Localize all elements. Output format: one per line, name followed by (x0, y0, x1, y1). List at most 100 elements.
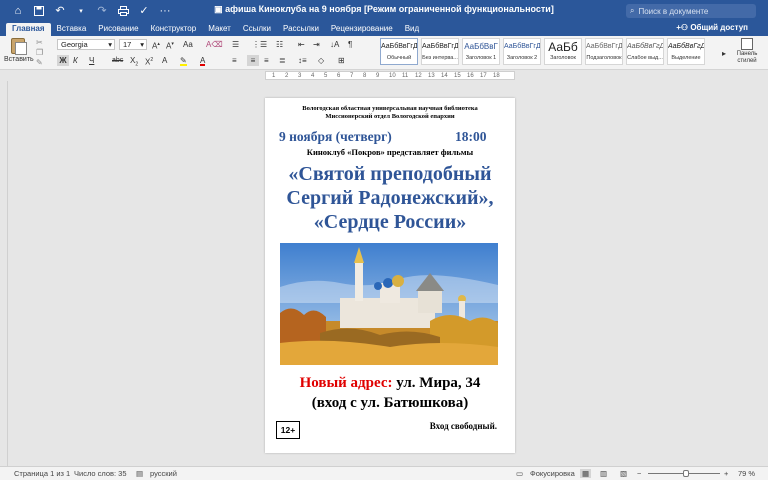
zoom-slider-thumb[interactable] (683, 470, 689, 477)
undo-icon[interactable]: ↶ (54, 5, 66, 17)
focus-mode-icon[interactable]: ▭ (516, 469, 523, 478)
multilevel-list-icon[interactable]: ☷ (276, 39, 283, 50)
home-icon[interactable]: ⌂ (12, 5, 24, 17)
increase-indent-icon[interactable]: ⇥ (313, 39, 320, 50)
event-date: 9 ноября (четверг) (279, 129, 392, 144)
vertical-ruler (0, 81, 8, 466)
text-effects-icon[interactable]: A (162, 55, 167, 66)
print-icon[interactable] (117, 5, 129, 17)
borders-icon[interactable]: ⊞ (338, 55, 345, 66)
address-line: Новый адрес: ул. Мира, 34 (265, 375, 515, 392)
zoom-in-icon[interactable]: + (724, 469, 728, 478)
ruler-mark: 9 (376, 73, 380, 79)
line-spacing-icon[interactable]: ↕≡ (298, 55, 307, 66)
entrance-line: (вход с ул. Батюшкова) (311, 395, 469, 411)
read-mode-icon[interactable]: ▧ (620, 469, 627, 478)
align-left-icon[interactable]: ≡ (232, 55, 237, 66)
styles-pane-button[interactable]: Панель стилей (732, 38, 762, 68)
style-no-spacing[interactable]: АаБбВвГгДд Без интерва... (421, 38, 459, 65)
save-icon[interactable] (33, 5, 45, 17)
sort-icon[interactable]: ↓A (330, 39, 339, 50)
highlight-icon[interactable]: ✎ (180, 55, 187, 66)
clear-format-icon[interactable]: A⌫ (206, 39, 223, 50)
address-value: ул. Мира, 34 (392, 375, 481, 391)
organization-header: Вологодская областная универсальная науч… (302, 105, 478, 120)
tab-mailings[interactable]: Рассылки (277, 23, 325, 36)
check-icon[interactable]: ✓ (138, 5, 150, 17)
decrease-indent-icon[interactable]: ⇤ (298, 39, 305, 50)
style-heading-2[interactable]: АаБбВвГгД Заголовок 2 (503, 38, 541, 65)
ruler-mark: 16 (467, 73, 474, 79)
ruler-mark: 1 (272, 73, 276, 79)
tab-review[interactable]: Рецензирование (325, 23, 399, 36)
search-input[interactable]: ⌕ Поиск в документе (626, 4, 756, 18)
web-layout-icon[interactable]: ▥ (600, 469, 607, 478)
align-right-icon[interactable]: ≡ (264, 55, 269, 66)
numbering-icon[interactable]: ⋮☰ (252, 39, 267, 50)
paste-button[interactable]: Вставить (4, 38, 34, 68)
change-case-icon[interactable]: Aa (183, 39, 193, 50)
align-center-icon[interactable]: ≡ (247, 55, 259, 66)
free-entry-text: Вход свободный. (429, 421, 497, 431)
font-name-select[interactable]: Georgia ▾ (57, 39, 115, 50)
monastery-photo[interactable] (280, 243, 498, 365)
bold-icon[interactable]: Ж (57, 55, 69, 66)
focus-mode-button[interactable]: Фокусировка (530, 469, 575, 478)
word-count[interactable]: Число слов: 35 (74, 469, 127, 478)
ruler-mark: 4 (311, 73, 315, 79)
font-color-icon[interactable]: A (200, 55, 206, 66)
strikethrough-icon[interactable]: abc (112, 55, 123, 66)
chevron-down-icon: ▾ (108, 40, 112, 49)
grow-font-icon[interactable]: A▴ (152, 39, 160, 51)
style-emphasis[interactable]: АаБбВвГгДd Выделение (667, 38, 705, 65)
style-normal[interactable]: АаБбВвГгДд Обычный (380, 38, 418, 65)
shading-icon[interactable]: ◇ (318, 55, 324, 66)
tab-design[interactable]: Конструктор (145, 23, 203, 36)
ruler-mark: 6 (337, 73, 341, 79)
style-subtitle[interactable]: АаБбВвГгДд Подзаголовок (585, 38, 623, 65)
pilcrow-icon[interactable]: ¶ (348, 39, 352, 50)
font-size-select[interactable]: 17 ▾ (119, 39, 147, 50)
ruler-mark: 17 (480, 73, 487, 79)
print-layout-icon[interactable]: ▦ (580, 469, 592, 478)
cut-icon[interactable]: ✂ (36, 38, 46, 48)
ruler-scale[interactable]: 1 2 3 4 5 6 7 8 9 10 11 12 13 14 15 16 17 18 (265, 71, 515, 80)
shrink-font-icon[interactable]: A▾ (166, 39, 174, 51)
tab-insert[interactable]: Вставка (51, 23, 93, 36)
share-button[interactable]: +⚇ Общий доступ (676, 23, 748, 32)
format-painter-icon[interactable]: ✎ (36, 58, 46, 68)
ruler-mark: 13 (428, 73, 435, 79)
superscript-icon[interactable]: X2 (145, 55, 153, 67)
zoom-out-icon[interactable]: − (637, 469, 641, 478)
proofing-icon[interactable]: ▤ (136, 469, 143, 478)
ruler-mark: 15 (454, 73, 461, 79)
justify-icon[interactable]: ≣ (279, 55, 286, 66)
language-label[interactable]: русский (150, 469, 177, 478)
tab-draw[interactable]: Рисование (92, 23, 144, 36)
more-icon[interactable]: ··· (159, 5, 171, 17)
clipboard-group: ✂ ❐ ✎ (36, 38, 46, 68)
styles-pane-icon (741, 38, 753, 50)
underline-icon[interactable]: Ч (89, 55, 94, 66)
styles-more-icon[interactable]: ▸ (722, 48, 726, 59)
tab-layout[interactable]: Макет (202, 23, 237, 36)
subscript-icon[interactable]: X2 (130, 55, 138, 68)
tab-references[interactable]: Ссылки (237, 23, 277, 36)
undo-dropdown-icon[interactable]: ▾ (75, 5, 87, 17)
tab-home[interactable]: Главная (6, 23, 51, 36)
styles-gallery: АаБбВвГгДд Обычный АаБбВвГгДд Без интерв… (380, 38, 705, 68)
page-count[interactable]: Страница 1 из 1 (14, 469, 70, 478)
age-rating-badge: 12+ (276, 421, 300, 439)
redo-icon[interactable]: ↷ (96, 5, 108, 17)
style-title[interactable]: АаБб Заголовок (544, 38, 582, 65)
film-title-line-2: Сергий Радонежский», (286, 187, 494, 209)
copy-icon[interactable]: ❐ (36, 48, 46, 58)
style-subtle-emphasis[interactable]: АаБбВвГгДd Слабое выд... (626, 38, 664, 65)
italic-icon[interactable]: К (73, 55, 78, 66)
document-page[interactable]: Вологодская областная универсальная науч… (265, 98, 515, 453)
bullets-icon[interactable]: ☰ (232, 39, 239, 50)
tab-view[interactable]: Вид (399, 23, 425, 36)
zoom-level[interactable]: 79 % (738, 469, 755, 478)
style-heading-1[interactable]: АаБбВвГ Заголовок 1 (462, 38, 500, 65)
club-line: Киноклуб «Покров» представляет фильмы (306, 147, 474, 157)
